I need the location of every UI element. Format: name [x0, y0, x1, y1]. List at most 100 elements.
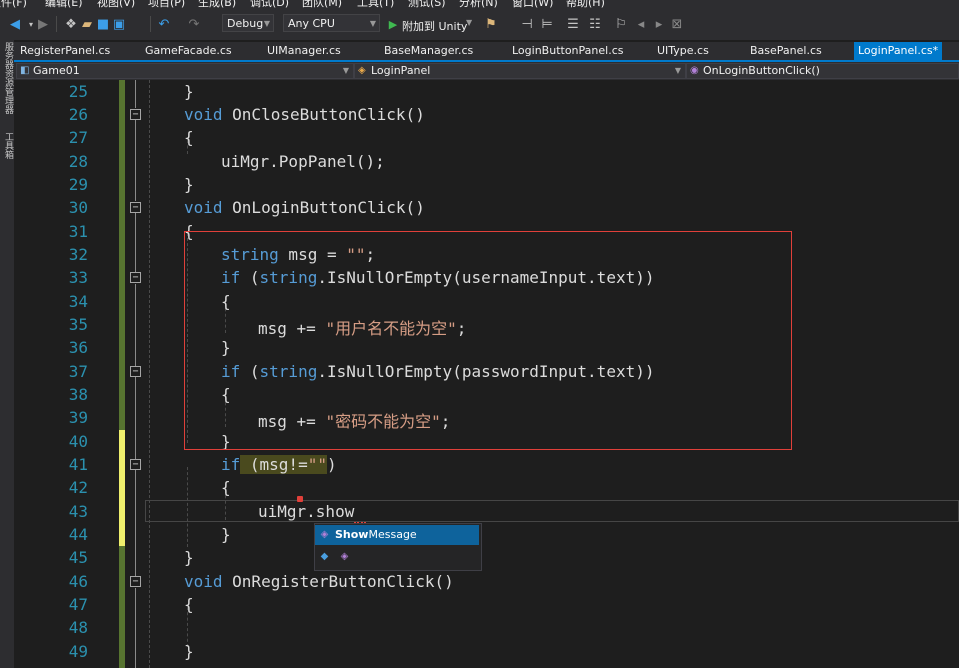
menu-team[interactable]: 团队(M) [302, 0, 342, 10]
collapse-icon[interactable]: − [130, 459, 141, 470]
line-number: 41 [68, 455, 88, 474]
tab-registerpanel[interactable]: RegisterPanel.cs [20, 42, 110, 60]
menu-edit[interactable]: 编辑(E) [45, 0, 83, 10]
code-line-current[interactable]: uiMgr.show [258, 502, 354, 521]
configuration-select[interactable]: Debug ▼ [222, 14, 274, 32]
line-number: 37 [68, 362, 88, 381]
code-line: } [184, 548, 194, 567]
fold-line [135, 377, 136, 459]
tab-loginpanel[interactable]: LoginPanel.cs* [854, 42, 943, 60]
class-dropdown[interactable]: ◈ LoginPanel ▼ [354, 63, 686, 79]
menu-window[interactable]: 窗口(W) [512, 0, 553, 10]
line-number: 42 [68, 478, 88, 497]
chevron-down-icon: ▼ [263, 19, 270, 28]
line-number: 27 [68, 128, 88, 147]
tab-loginbuttonpanel[interactable]: LoginButtonPanel.cs [512, 42, 623, 60]
code-line: void OnLoginButtonClick() [184, 198, 425, 217]
annotation-highlight-box [184, 231, 792, 450]
menu-analyze[interactable]: 分析(N) [459, 0, 498, 10]
configuration-value: Debug [227, 17, 264, 30]
collapse-icon[interactable]: − [130, 272, 141, 283]
project-dropdown[interactable]: ◧ Game01 ▼ [16, 63, 354, 79]
comment-icon[interactable]: ☰ [564, 15, 582, 33]
tab-uimanager[interactable]: UIManager.cs [267, 42, 341, 60]
code-line: void OnRegisterButtonClick() [184, 572, 454, 591]
forward-icon[interactable]: ▶ [34, 15, 52, 33]
toolbar: ◀ ▾ ▶ ❖ ▰ ■ ▣ ↶ ↷ Debug ▼ Any CPU ▼ ▶ 附加… [0, 10, 959, 40]
toolbox-tab[interactable]: 工具箱 [1, 132, 13, 166]
menu-view[interactable]: 视图(V) [97, 0, 135, 10]
collapse-icon[interactable]: − [130, 109, 141, 120]
collapse-icon[interactable]: − [130, 202, 141, 213]
bookmark-icon[interactable]: ⚐ [612, 15, 630, 33]
platform-select[interactable]: Any CPU ▼ [283, 14, 380, 32]
line-number: 30 [68, 198, 88, 217]
menubar: 文件(F) 编辑(E) 视图(V) 项目(P) 生成(B) 调试(D) 团队(M… [0, 0, 959, 10]
line-number: 28 [68, 152, 88, 171]
step-icon[interactable]: ⊨ [538, 15, 556, 33]
csharp-project-icon: ◧ [20, 65, 30, 76]
play-icon[interactable]: ▶ [384, 15, 402, 33]
string-literal: "" [307, 455, 327, 474]
completion-label: ShowMessage [333, 525, 417, 545]
line-number: 31 [68, 222, 88, 241]
completion-item-showmessage[interactable]: ◈ ShowMessage [315, 525, 479, 545]
code-line: void OnCloseButtonClick() [184, 105, 425, 124]
menu-project[interactable]: 项目(P) [148, 0, 185, 10]
member-dropdown[interactable]: ◉ OnLoginButtonClick() [686, 63, 959, 79]
change-bar-unsaved [119, 430, 125, 546]
clear-bookmarks-icon[interactable]: ⊠ [668, 15, 686, 33]
menu-tools[interactable]: 工具(T) [357, 0, 394, 10]
code-text: OnLoginButtonClick() [222, 198, 425, 217]
project-name: Game01 [33, 64, 80, 77]
breakpoint-icon[interactable]: ⊣ [518, 15, 536, 33]
collapse-icon[interactable]: − [130, 366, 141, 377]
undo-icon[interactable]: ↶ [155, 15, 173, 33]
completion-rest: Message [368, 528, 417, 541]
menu-build[interactable]: 生成(B) [198, 0, 236, 10]
change-bar-saved [119, 80, 125, 430]
code-line: } [221, 525, 231, 544]
chevron-down-icon[interactable]: ▼ [466, 18, 472, 27]
filter-members-icon[interactable]: ◆ [319, 551, 330, 562]
redo-icon[interactable]: ↷ [185, 15, 203, 33]
line-number: 46 [68, 572, 88, 591]
line-number: 40 [68, 432, 88, 451]
side-rail: 服务器资源管理器 工具箱 [0, 40, 14, 668]
intellisense-popup[interactable]: ◈ ShowMessage ◆ ◈ [314, 523, 482, 571]
line-number: 48 [68, 618, 88, 637]
uncomment-icon[interactable]: ☷ [586, 15, 604, 33]
code-editor[interactable]: − − − − − − 25 26 27 28 29 30 31 32 33 3… [14, 80, 959, 668]
filter-methods-icon[interactable]: ◈ [339, 551, 350, 562]
code-text: (msg!= [240, 455, 308, 474]
chevron-down-icon: ▼ [342, 66, 349, 75]
prev-bookmark-icon[interactable]: ◂ [632, 15, 650, 33]
tab-basemanager[interactable]: BaseManager.cs [384, 42, 473, 60]
attach-unity-button[interactable]: 附加到 Unity [402, 18, 467, 34]
class-icon: ◈ [358, 65, 366, 76]
fold-line [135, 213, 136, 272]
keyword: if [221, 455, 241, 474]
tab-uitype[interactable]: UIType.cs [657, 42, 709, 60]
tab-basepanel[interactable]: BasePanel.cs [750, 42, 822, 60]
menu-debug[interactable]: 调试(D) [250, 0, 289, 10]
line-number: 45 [68, 548, 88, 567]
line-number: 47 [68, 595, 88, 614]
tab-gamefacade[interactable]: GameFacade.cs [145, 42, 232, 60]
line-number: 29 [68, 175, 88, 194]
code-line: { [221, 478, 231, 497]
menu-test[interactable]: 测试(S) [408, 0, 446, 10]
platform-value: Any CPU [288, 17, 335, 30]
code-line: { [184, 128, 194, 147]
menu-help[interactable]: 帮助(H) [566, 0, 605, 10]
completion-filter-row: ◆ ◈ [315, 547, 479, 567]
server-explorer-tab[interactable]: 服务器资源管理器 [1, 42, 13, 128]
collapse-icon[interactable]: − [130, 576, 141, 587]
save-all-icon[interactable]: ▣ [110, 15, 128, 33]
hot-reload-icon[interactable]: ⚑ [482, 15, 500, 33]
navigation-bar: ◧ Game01 ▼ ◈ LoginPanel ▼ ◉ OnLoginButto… [14, 62, 959, 80]
toolbar-separator [150, 16, 151, 32]
next-bookmark-icon[interactable]: ▸ [650, 15, 668, 33]
method-icon: ◈ [320, 529, 329, 540]
menu-file[interactable]: 文件(F) [0, 0, 27, 10]
